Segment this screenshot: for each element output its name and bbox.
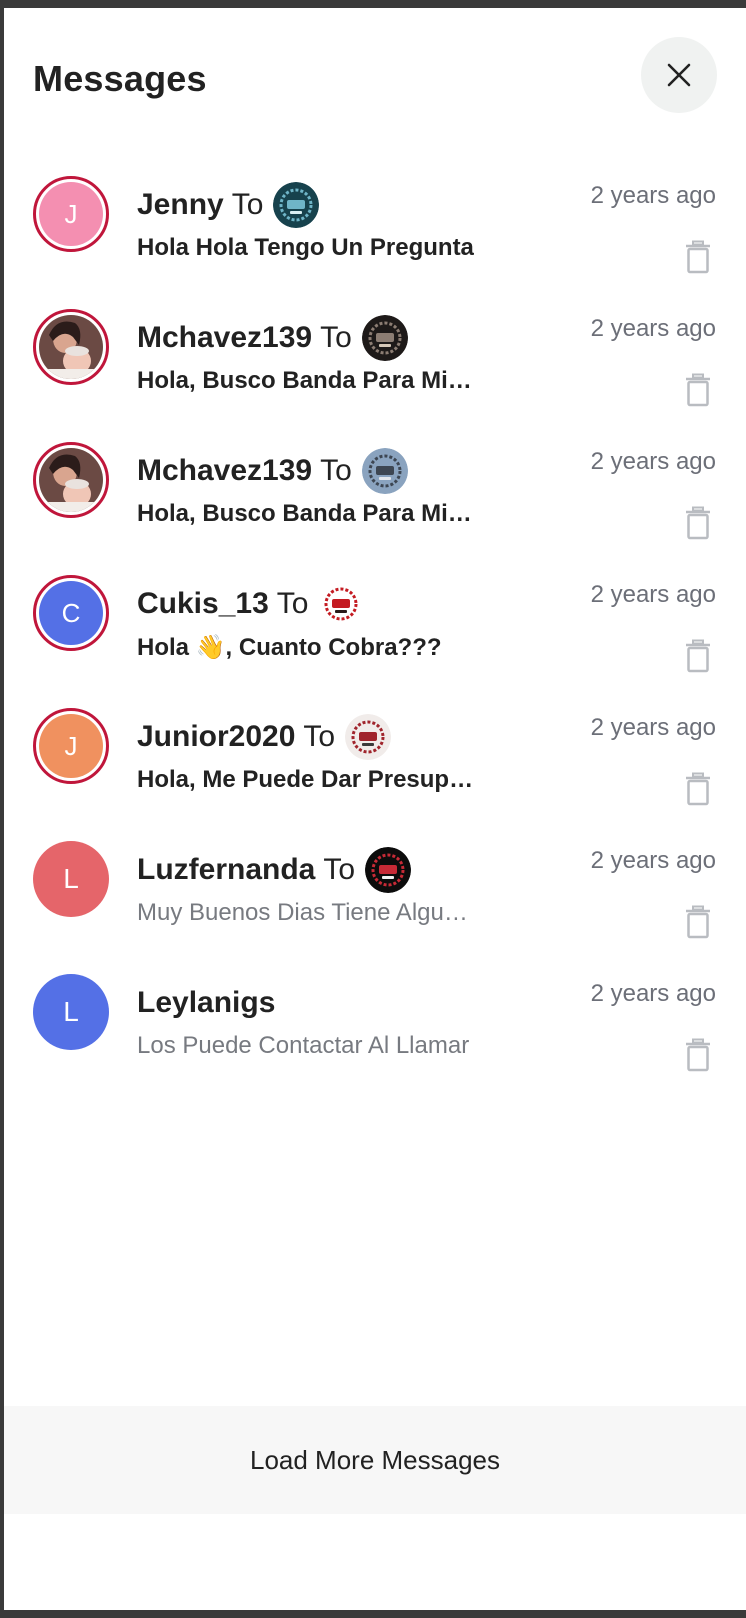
avatar-initial: J [64, 730, 78, 761]
sender-name: Mchavez139 [137, 321, 313, 354]
message-row[interactable]: J Jenny To Hola Hola Tengo Un Pregunta 2 yea… [4, 154, 746, 287]
message-preview: Hola, Busco Banda Para Mi Evento [137, 367, 477, 394]
trash-icon [684, 1038, 712, 1076]
sender-avatar: L [33, 974, 109, 1050]
to-label: To [303, 720, 336, 753]
avatar-circle [39, 315, 103, 379]
delete-message-button[interactable] [684, 639, 712, 673]
to-label: To [320, 321, 352, 354]
sender-avatar: J [33, 176, 109, 252]
sender-name: Leylanigs [137, 986, 276, 1019]
message-timestamp: 2 years ago [590, 847, 716, 874]
message-timestamp: 2 years ago [590, 714, 716, 741]
delete-message-button[interactable] [684, 240, 712, 274]
avatar-circle: L [33, 974, 109, 1050]
avatar-circle [39, 448, 103, 512]
message-timestamp: 2 years ago [590, 182, 716, 209]
close-button[interactable] [641, 37, 717, 113]
sender-avatar: L [33, 841, 109, 917]
delete-message-button[interactable] [684, 772, 712, 806]
message-preview: Los Puede Contactar Al Llamar [137, 1032, 470, 1059]
recipient-avatar-icon [345, 714, 392, 760]
page-title: Messages [33, 58, 207, 99]
delete-message-button[interactable] [684, 905, 712, 939]
trash-icon [684, 506, 712, 544]
messages-panel: Messages J Jenny To Hola Hola Tengo Un Preg… [4, 8, 746, 1610]
avatar-initial: C [61, 597, 81, 628]
panel-header: Messages [4, 8, 746, 138]
delete-message-button[interactable] [684, 1038, 712, 1072]
recipient-avatar-icon [318, 581, 365, 627]
message-row[interactable]: J Junior2020 To Hola, Me Puede Dar Presupue… [4, 686, 746, 819]
message-timestamp: 2 years ago [590, 448, 716, 475]
recipient-avatar-icon [361, 315, 408, 361]
recipient-avatar-icon [365, 847, 412, 893]
sender-name: Junior2020 [137, 720, 296, 753]
message-timestamp: 2 years ago [590, 581, 716, 608]
delete-message-button[interactable] [684, 506, 712, 540]
trash-icon [684, 639, 712, 677]
to-label: To [231, 188, 264, 221]
load-more-label: Load More Messages [249, 1444, 501, 1475]
message-preview: Hola, Busco Banda Para Mi Evento [137, 500, 477, 527]
avatar-circle: J [39, 182, 103, 246]
avatar-initial: J [64, 198, 78, 229]
trash-icon [684, 240, 712, 278]
load-more-button[interactable]: Load More Messages [4, 1406, 746, 1514]
trash-icon [684, 373, 712, 411]
avatar-initial: L [63, 863, 79, 894]
trash-icon [684, 905, 712, 943]
sender-line: Junior2020 To [137, 712, 392, 762]
message-list: J Jenny To Hola Hola Tengo Un Pregunta 2 yea… [4, 154, 746, 1085]
sender-name: Mchavez139 [137, 454, 313, 487]
sender-name: Cukis_13 [137, 587, 269, 620]
message-preview: Muy Buenos Dias Tiene Algun Paquete [137, 899, 477, 926]
recipient-avatar-icon [361, 448, 408, 494]
to-label: To [320, 454, 352, 487]
message-preview: Hola Hola Tengo Un Pregunta [137, 234, 474, 261]
message-timestamp: 2 years ago [590, 315, 716, 342]
message-row[interactable]: Mchavez139To Hola, Busco Banda Para Mi Ev… [4, 420, 746, 553]
to-label: To [276, 587, 309, 620]
sender-avatar: J [33, 708, 109, 784]
sender-avatar [33, 442, 109, 518]
sender-name: Jenny [137, 188, 224, 221]
sender-avatar [33, 309, 109, 385]
trash-icon [684, 772, 712, 810]
message-preview: Hola, Me Puede Dar Presupuesto [137, 766, 477, 793]
message-row[interactable]: L Luzfernanda To Muy Buenos Dias Tiene Algu… [4, 819, 746, 952]
message-preview: Hola 👋, Cuanto Cobra??? [137, 634, 442, 661]
sender-line: Leylanigs [137, 978, 275, 1028]
avatar-circle: J [39, 714, 103, 778]
message-row[interactable]: Mchavez139To Hola, Busco Banda Para Mi Ev… [4, 287, 746, 420]
sender-line: Mchavez139 To [137, 313, 408, 363]
to-label: To [323, 853, 356, 886]
sender-line: Cukis_13 To [137, 579, 365, 629]
message-timestamp: 2 years ago [590, 980, 716, 1007]
sender-line: Mchavez139 To [137, 446, 408, 496]
sender-name: Luzfernanda [137, 853, 316, 886]
recipient-avatar-icon [273, 182, 320, 228]
sender-line: Jenny To [137, 180, 320, 230]
sender-line: Luzfernanda To [137, 845, 412, 895]
sender-avatar: C [33, 575, 109, 651]
avatar-circle: L [33, 841, 109, 917]
delete-message-button[interactable] [684, 373, 712, 407]
avatar-initial: L [63, 996, 79, 1027]
message-row[interactable]: L Leylanigs Los Puede Contactar Al Llamar 2… [4, 952, 746, 1085]
message-row[interactable]: C Cukis_13 To Hola 👋, Cuanto Cobra??? 2 year… [4, 553, 746, 686]
close-icon [667, 63, 691, 87]
avatar-circle: C [39, 581, 103, 645]
